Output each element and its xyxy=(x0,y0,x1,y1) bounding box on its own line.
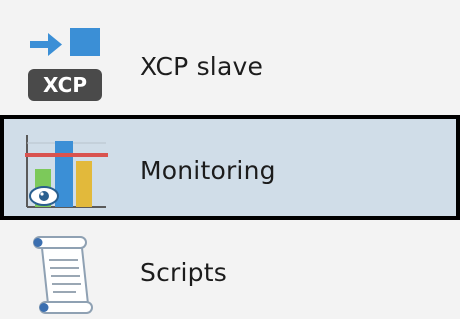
script-scroll-icon xyxy=(33,236,93,314)
nav-item-monitoring[interactable]: Monitoring xyxy=(0,115,460,220)
nav-item-label: Scripts xyxy=(140,258,227,287)
navigation-panel: XCP XCP slave Monitoring Scripts xyxy=(0,0,460,319)
monitoring-chart-icon xyxy=(25,135,108,208)
xcp-badge-text: XCP xyxy=(43,73,87,97)
xcp-slave-icon: XCP xyxy=(28,28,102,101)
nav-item-label: XCP slave xyxy=(140,52,264,81)
nav-item-label: Monitoring xyxy=(140,156,276,185)
nav-item-xcp-slave[interactable]: XCP XCP slave xyxy=(0,0,460,110)
nav-item-scripts[interactable]: Scripts xyxy=(0,222,460,319)
